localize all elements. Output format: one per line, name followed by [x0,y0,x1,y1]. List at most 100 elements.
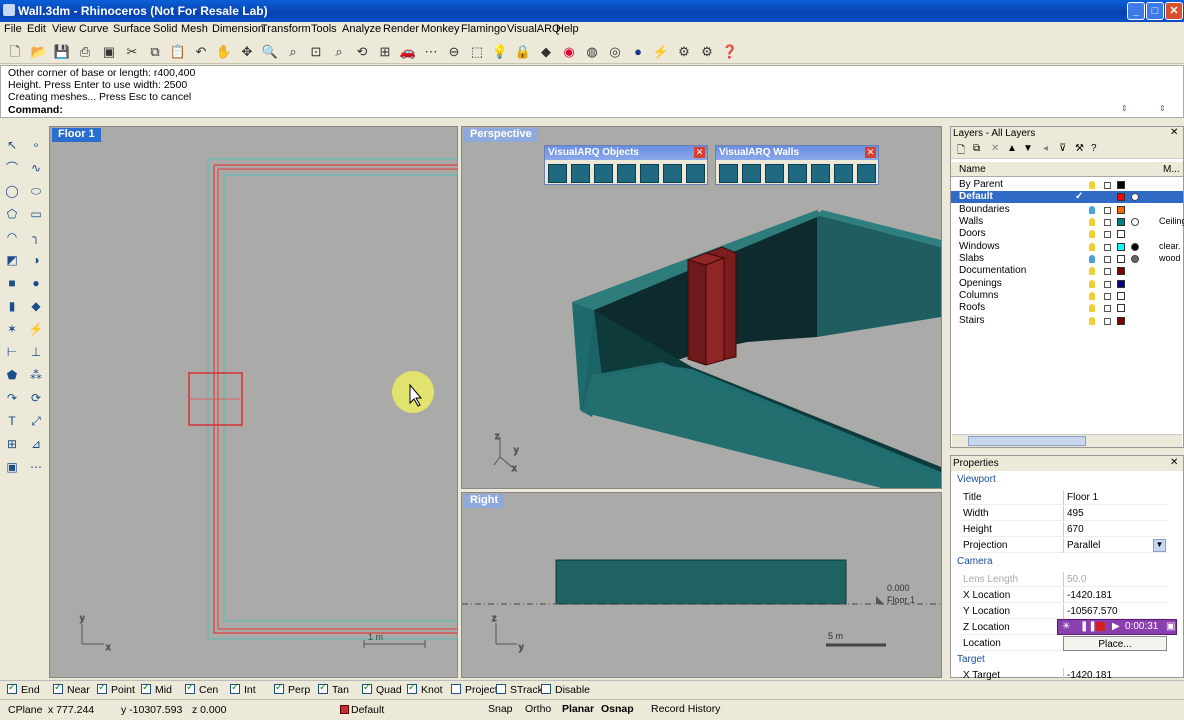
menu-view[interactable]: View [52,23,76,35]
osnap-perp[interactable]: Perp [274,682,310,696]
cplane-icon[interactable]: ⊖ [445,43,463,61]
close-icon[interactable]: ✕ [1170,127,1178,138]
property-row[interactable]: Height 670 [961,522,1167,537]
menu-flamingo[interactable]: Flamingo [461,23,506,35]
command-scroll-right-icon[interactable]: ⇕ [1159,104,1169,116]
ortho-toggle[interactable]: Ortho [519,702,557,718]
stop-icon[interactable] [1096,622,1105,631]
help-icon[interactable]: ❓ [721,43,739,61]
osnap-int[interactable]: Int [230,682,256,696]
menu-file[interactable]: File [4,23,22,35]
property-row[interactable]: Y Location -10567.570 [961,604,1167,619]
color-wheel-icon[interactable]: ◉ [560,43,578,61]
surface-icon[interactable]: ◩ [3,251,21,269]
dimension-icon[interactable]: ⊞ [3,435,21,453]
roof-tool-icon[interactable] [686,164,705,183]
menu-mesh[interactable]: Mesh [181,23,208,35]
osnap-toggle[interactable]: Osnap [595,702,640,718]
property-row[interactable]: Location Place... [961,636,1167,651]
new-file-icon[interactable]: 🗋 [6,43,24,61]
play-icon[interactable]: ▶ [1112,621,1120,632]
osnap-mid[interactable]: Mid [141,682,172,696]
revolve-icon[interactable]: ◑ [27,251,45,269]
menu-analyze[interactable]: Analyze [342,23,381,35]
close-icon[interactable]: ✕ [1170,457,1178,468]
layer-row[interactable]: Documentation [951,265,1183,277]
circle-icon[interactable]: ◯ [3,182,21,200]
layer-row[interactable]: Stairs [951,315,1183,327]
close-icon[interactable]: ▣ [1166,621,1175,632]
render-icon[interactable]: ● [629,43,647,61]
toolbar-layout-icon[interactable]: ⚙ [698,43,716,61]
options-gear-icon[interactable]: ⚙ [675,43,693,61]
four-view-icon[interactable]: ⊞ [376,43,394,61]
osnap-point[interactable]: Point [97,682,135,696]
layer-row[interactable]: Walls Ceiling [951,216,1184,228]
menu-monkey[interactable]: Monkey [421,23,460,35]
osnap-strack[interactable]: STrack [496,684,543,696]
wall-join-icon[interactable] [765,164,784,183]
curve-icon[interactable]: ∿ [27,159,45,177]
copy-icon[interactable]: ⧉ [146,43,164,61]
osnap-near[interactable]: Near [53,682,90,696]
menu-render[interactable]: Render [383,23,419,35]
material-icon[interactable]: ◆ [537,43,555,61]
menu-edit[interactable]: Edit [27,23,46,35]
menu-transform[interactable]: Transform [261,23,311,35]
rotate-icon[interactable]: ⟳ [27,389,45,407]
filter-icon[interactable]: ⊽ [1059,143,1066,154]
column-name[interactable]: Name [959,164,986,175]
layers-hscrollbar[interactable] [952,434,1182,447]
mesh-icon[interactable]: ◆ [27,297,45,315]
pause-icon[interactable]: ❚❚ [1080,621,1097,632]
save-icon[interactable]: 💾 [53,43,71,61]
layer-row[interactable]: Slabs wood [951,253,1183,265]
polygon-icon[interactable]: ⬠ [3,205,21,223]
shaded-icon[interactable]: ◎ [606,43,624,61]
undo-view-icon[interactable]: ⟲ [353,43,371,61]
wall-style-icon[interactable] [857,164,876,183]
export-icon[interactable]: ▣ [100,43,118,61]
snap-toggle[interactable]: Snap [482,702,519,718]
move-down-icon[interactable]: ▼ [1023,143,1033,154]
light-bulb-icon[interactable]: 💡 [491,43,509,61]
delete-layer-icon[interactable]: ✕ [991,143,999,154]
analyze-icon[interactable]: ⚡ [27,320,45,338]
osnap-project[interactable]: Project [451,684,498,696]
place-button[interactable]: Place... [1063,636,1167,651]
pan-icon[interactable]: ✋ [215,43,233,61]
window-tool-icon[interactable] [617,164,636,183]
new-layer-icon[interactable]: 🗋 [957,143,965,160]
grid-snap-icon[interactable]: ⋯ [422,43,440,61]
zoom-extents-icon[interactable]: ⊡ [307,43,325,61]
undo-icon[interactable]: ↶ [192,43,210,61]
move-icon[interactable]: ↷ [3,389,21,407]
current-layer[interactable]: Default [351,704,384,716]
move-left-icon[interactable]: ◂ [1043,143,1048,154]
viewport-right[interactable]: Right z y 0.000 Floor 1 5 m [461,492,942,678]
close-button[interactable]: ✕ [1165,2,1183,20]
layer-row[interactable]: Roofs [951,302,1183,314]
column-material[interactable]: M... [1163,164,1180,175]
light-icon[interactable]: ⚡ [652,43,670,61]
osnap-quad[interactable]: Quad [362,682,402,696]
paste-icon[interactable]: 📋 [169,43,187,61]
block-icon[interactable]: ▣ [3,458,21,476]
leader-icon[interactable]: ⋯ [27,458,45,476]
menu-visualarq[interactable]: VisualARQ [507,23,561,35]
arc-icon[interactable]: ◠ [3,228,21,246]
rectangle-icon[interactable]: ▭ [27,205,45,223]
menu-help[interactable]: Help [556,23,579,35]
split-icon[interactable]: ⊥ [27,343,45,361]
select-pointer-icon[interactable]: ↖ [3,136,21,154]
trim-icon[interactable]: ⊢ [3,343,21,361]
wall-tool-icon[interactable] [548,164,567,183]
wall-split-icon[interactable] [788,164,807,183]
menu-tools[interactable]: Tools [311,23,337,35]
layer-row[interactable]: Boundaries [951,204,1183,216]
wall-from-curve-icon[interactable] [742,164,761,183]
open-file-icon[interactable]: 📂 [30,43,48,61]
close-icon[interactable]: ✕ [865,147,876,158]
print-icon[interactable]: ⎙ [76,43,94,61]
wall-icon[interactable] [719,164,738,183]
